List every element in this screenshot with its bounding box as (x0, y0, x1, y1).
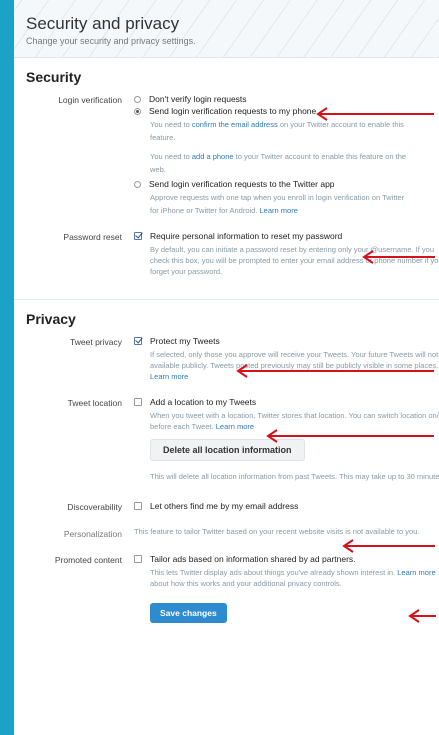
learn-more-link[interactable]: Learn more (260, 206, 298, 215)
login-option-dont-verify[interactable]: Don't verify login requests (134, 93, 439, 105)
settings-panel: Security and privacy Change your securit… (14, 0, 439, 735)
radio-phone[interactable] (134, 107, 141, 115)
password-reset-option[interactable]: Require personal information to reset my… (134, 230, 439, 242)
delete-location-button[interactable]: Delete all location information (150, 439, 305, 461)
security-section: Security Login verification Don't verify… (14, 69, 439, 277)
help-text: for iPhone or Twitter for Android. (150, 206, 260, 215)
protect-tweets-option[interactable]: Protect my Tweets (134, 335, 439, 347)
tweet-location-checkbox[interactable] (134, 398, 142, 406)
tweet-location-option-label: Add a location to my Tweets (150, 397, 257, 407)
login-option-phone-label: Send login verification requests to my p… (149, 106, 317, 116)
radio-app[interactable] (134, 180, 141, 188)
login-option-phone[interactable]: Send login verification requests to my p… (134, 105, 439, 117)
login-phone-help-email-cont: feature. (150, 133, 176, 142)
add-phone-link[interactable]: add a phone (192, 152, 234, 161)
password-reset-help: By default, you can initiate a password … (150, 245, 439, 276)
discoverability-row: Discoverability Let others find me by my… (26, 500, 439, 512)
promoted-content-row: Promoted content Tailor ads based on inf… (26, 553, 439, 589)
protect-tweets-label: Protect my Tweets (150, 336, 220, 346)
login-option-dont-verify-label: Don't verify login requests (149, 94, 247, 104)
personalization-help: This feature to tailor Twitter based on … (134, 527, 420, 536)
section-divider (14, 299, 439, 300)
password-reset-option-label: Require personal information to reset my… (150, 231, 343, 241)
login-phone-help-phone: You need to add a phone to your Twitter … (150, 151, 439, 162)
help-text: You need to (150, 120, 192, 129)
privacy-section: Privacy Tweet privacy Protect my Tweets … (14, 311, 439, 623)
password-reset-row: Password reset Require personal informat… (26, 230, 439, 277)
help-text: This lets Twitter display ads about thin… (150, 568, 398, 577)
confirm-email-link[interactable]: confirm the email address (192, 120, 278, 129)
tweet-location-row: Tweet location Add a location to my Twee… (26, 396, 439, 482)
login-verification-row: Login verification Don't verify login re… (26, 93, 439, 216)
discoverability-option[interactable]: Let others find me by my email address (134, 500, 439, 512)
tweet-location-label: Tweet location (67, 398, 122, 408)
privacy-heading: Privacy (26, 311, 76, 327)
tweet-privacy-label: Tweet privacy (70, 337, 122, 347)
learn-more-link[interactable]: Learn more (150, 372, 188, 381)
personalization-label: Personalization (63, 529, 122, 539)
help-text: You need to (150, 152, 192, 161)
tweet-privacy-row: Tweet privacy Protect my Tweets If selec… (26, 335, 439, 382)
save-changes-button[interactable]: Save changes (150, 603, 227, 623)
promoted-content-label: Promoted content (54, 555, 122, 565)
help-text: If selected, only those you approve will… (150, 350, 439, 370)
page-header: Security and privacy Change your securit… (14, 0, 439, 58)
discoverability-checkbox[interactable] (134, 502, 142, 510)
promoted-content-help: This lets Twitter display ads about thin… (150, 567, 439, 589)
tweet-privacy-help: If selected, only those you approve will… (150, 349, 439, 382)
login-app-help-cont: for iPhone or Twitter for Android. Learn… (150, 205, 439, 216)
security-heading: Security (26, 69, 82, 85)
learn-more-link[interactable]: Learn more (397, 568, 435, 577)
delete-location-help: This will delete all location informatio… (150, 472, 439, 481)
page-subtitle: Change your security and privacy setting… (26, 36, 196, 46)
help-text: When you tweet with a location, Twitter … (150, 411, 439, 431)
help-text: about how this works and your additional… (150, 579, 342, 588)
tweet-location-help: When you tweet with a location, Twitter … (150, 410, 439, 432)
page-title: Security and privacy (26, 14, 180, 33)
login-verification-label: Login verification (58, 95, 122, 105)
learn-more-link[interactable]: Learn more (216, 422, 254, 431)
login-phone-help-phone-cont: web. (150, 165, 166, 174)
protect-tweets-checkbox[interactable] (134, 337, 142, 345)
radio-dont-verify[interactable] (134, 95, 141, 103)
password-reset-checkbox[interactable] (134, 232, 142, 240)
tweet-location-option[interactable]: Add a location to my Tweets (134, 396, 439, 408)
help-text: to your Twitter account to enable this f… (233, 152, 407, 161)
discoverability-label: Discoverability (67, 502, 122, 512)
promoted-content-checkbox[interactable] (134, 555, 142, 563)
login-option-app-label: Send login verification requests to the … (149, 179, 335, 189)
login-app-help: Approve requests with one tap when you e… (150, 193, 405, 202)
login-option-app[interactable]: Send login verification requests to the … (134, 178, 439, 190)
personalization-row: Personalization This feature to tailor T… (26, 526, 439, 539)
discoverability-option-label: Let others find me by my email address (150, 501, 299, 511)
promoted-content-option[interactable]: Tailor ads based on information shared b… (134, 553, 439, 565)
help-text: on your Twitter account to enable this (277, 120, 404, 129)
login-phone-help-email: You need to confirm the email address on… (150, 119, 439, 130)
promoted-content-option-label: Tailor ads based on information shared b… (150, 554, 356, 564)
password-reset-label: Password reset (63, 232, 122, 242)
